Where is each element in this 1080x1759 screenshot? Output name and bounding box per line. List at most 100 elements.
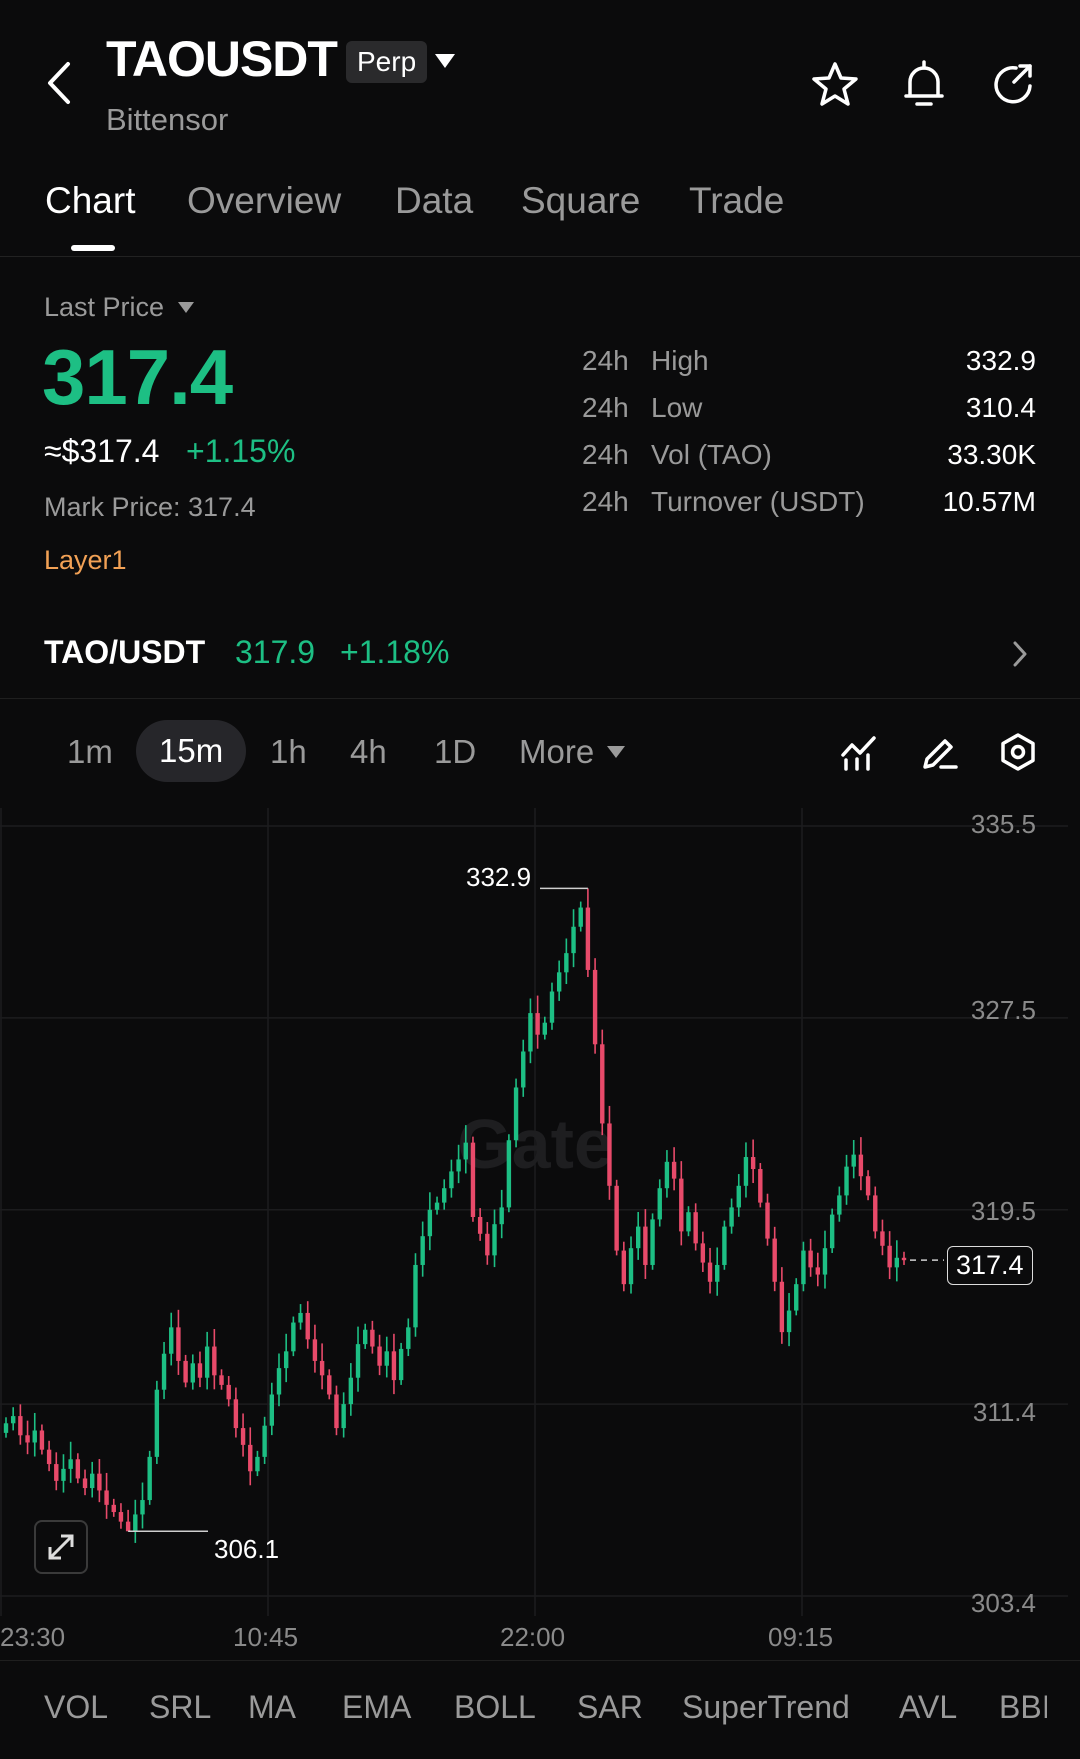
spot-price: 317.9 <box>235 634 316 670</box>
perp-badge: Perp <box>346 41 428 83</box>
x-axis-label: 09:15 <box>768 1622 834 1652</box>
candle-body <box>592 969 598 1045</box>
stat-value-high: 332.9 <box>965 345 1036 376</box>
indicator-vol[interactable]: VOL <box>44 1689 108 1726</box>
candle-body <box>528 1013 533 1052</box>
tab-chart[interactable]: Chart <box>45 180 135 222</box>
candle-body <box>82 1478 88 1489</box>
candle-body <box>190 1363 195 1383</box>
timeframe-more[interactable]: More <box>519 733 594 771</box>
stat-value-turnover: 10.57M <box>942 486 1036 517</box>
candle-body <box>664 1161 670 1189</box>
candle-body <box>197 1363 203 1378</box>
candle-body <box>556 972 562 992</box>
star-icon[interactable] <box>810 60 860 108</box>
tab-data[interactable]: Data <box>395 180 473 222</box>
candle-body <box>786 1310 792 1333</box>
tab-overview[interactable]: Overview <box>187 180 341 222</box>
spot-pair: TAO/USDT <box>44 634 206 670</box>
candle-body <box>111 1504 116 1513</box>
candle-body <box>822 1248 828 1275</box>
chart-canvas[interactable]: Gate <box>0 808 1080 1616</box>
candle-body <box>679 1178 684 1232</box>
candle-body <box>585 907 591 970</box>
indicator-ema[interactable]: EMA <box>342 1689 411 1726</box>
candle-body <box>851 1154 856 1167</box>
more-dropdown-icon[interactable] <box>607 746 625 758</box>
candle-body <box>169 1327 174 1354</box>
indicator-icon[interactable] <box>840 733 878 771</box>
last-price-label[interactable]: Last Price <box>44 292 164 323</box>
candle-body <box>614 1185 619 1251</box>
tab-trade[interactable]: Trade <box>689 180 784 222</box>
candle-body <box>707 1262 713 1282</box>
candle-body <box>377 1346 382 1366</box>
candle-body <box>212 1346 217 1376</box>
stat-label-low: Low <box>651 392 703 423</box>
timeframe-1h[interactable]: 1h <box>270 733 307 771</box>
timeframe-1m[interactable]: 1m <box>67 733 113 771</box>
candle-body <box>607 1123 612 1186</box>
candle-body <box>183 1360 188 1383</box>
category-tag[interactable]: Layer1 <box>44 545 127 576</box>
candle-body <box>355 1344 361 1378</box>
candle-body <box>794 1284 799 1311</box>
chart-high-label: 332.9 <box>466 862 532 892</box>
fullscreen-button[interactable] <box>34 1520 88 1574</box>
candlestick-chart[interactable]: Gate <box>0 808 1080 1616</box>
indicator-sar[interactable]: SAR <box>577 1689 643 1726</box>
candle-body <box>291 1322 296 1352</box>
candle-body <box>808 1250 813 1268</box>
candle-body <box>492 1224 497 1256</box>
candle-body <box>420 1236 425 1265</box>
candle-body <box>499 1207 504 1225</box>
indicator-ma[interactable]: MA <box>248 1689 296 1726</box>
timeframe-1d[interactable]: 1D <box>434 733 476 771</box>
tab-bar: Chart Overview Data Square Trade <box>0 172 1080 257</box>
indicator-boll[interactable]: BOLL <box>454 1689 536 1726</box>
indicator-bbi[interactable]: BBI <box>999 1689 1047 1726</box>
share-icon[interactable] <box>990 60 1038 108</box>
last-price-dropdown-icon[interactable] <box>178 302 194 313</box>
candle-body <box>671 1161 677 1179</box>
candle-body <box>341 1404 346 1429</box>
candle-body <box>894 1257 900 1268</box>
timeframe-4h[interactable]: 4h <box>350 733 387 771</box>
candle-body <box>39 1430 45 1450</box>
back-icon[interactable] <box>44 60 74 106</box>
settings-icon[interactable] <box>998 732 1038 772</box>
candle-body <box>204 1346 210 1378</box>
stat-label-turnover: Turnover (USDT) <box>651 486 865 517</box>
candle-body <box>262 1425 267 1457</box>
candle-body <box>765 1202 770 1239</box>
stat-period: 24h <box>582 345 629 376</box>
candle-body <box>686 1212 691 1232</box>
bell-icon[interactable] <box>900 58 948 110</box>
candle-body <box>312 1339 318 1361</box>
symbol-dropdown-icon[interactable] <box>435 54 455 68</box>
spot-pair-row[interactable]: TAO/USDT 317.9 +1.18% <box>0 608 1080 699</box>
candle-body <box>571 926 576 954</box>
stat-period: 24h <box>582 486 629 517</box>
candle-body <box>650 1219 655 1265</box>
candle-body <box>743 1157 749 1186</box>
draw-pencil-icon[interactable] <box>919 733 959 771</box>
expand-icon <box>48 1534 74 1560</box>
tab-square[interactable]: Square <box>521 180 640 222</box>
candle-body <box>442 1188 447 1203</box>
candle-body <box>413 1264 418 1328</box>
candle-body <box>219 1375 224 1385</box>
candle-body <box>521 1051 526 1088</box>
candle-body <box>693 1212 698 1244</box>
indicator-srl[interactable]: SRL <box>149 1689 211 1726</box>
indicator-avl[interactable]: AVL <box>899 1689 957 1726</box>
candle-body <box>535 1013 540 1035</box>
candle-body <box>348 1377 354 1405</box>
candle-body <box>628 1248 634 1285</box>
timeframe-15m[interactable]: 15m <box>136 720 247 782</box>
candle-body <box>319 1360 325 1376</box>
candle-body <box>133 1514 138 1532</box>
indicator-supertrend[interactable]: SuperTrend <box>682 1689 850 1726</box>
candle-body <box>772 1238 777 1282</box>
candle-body <box>729 1207 734 1227</box>
